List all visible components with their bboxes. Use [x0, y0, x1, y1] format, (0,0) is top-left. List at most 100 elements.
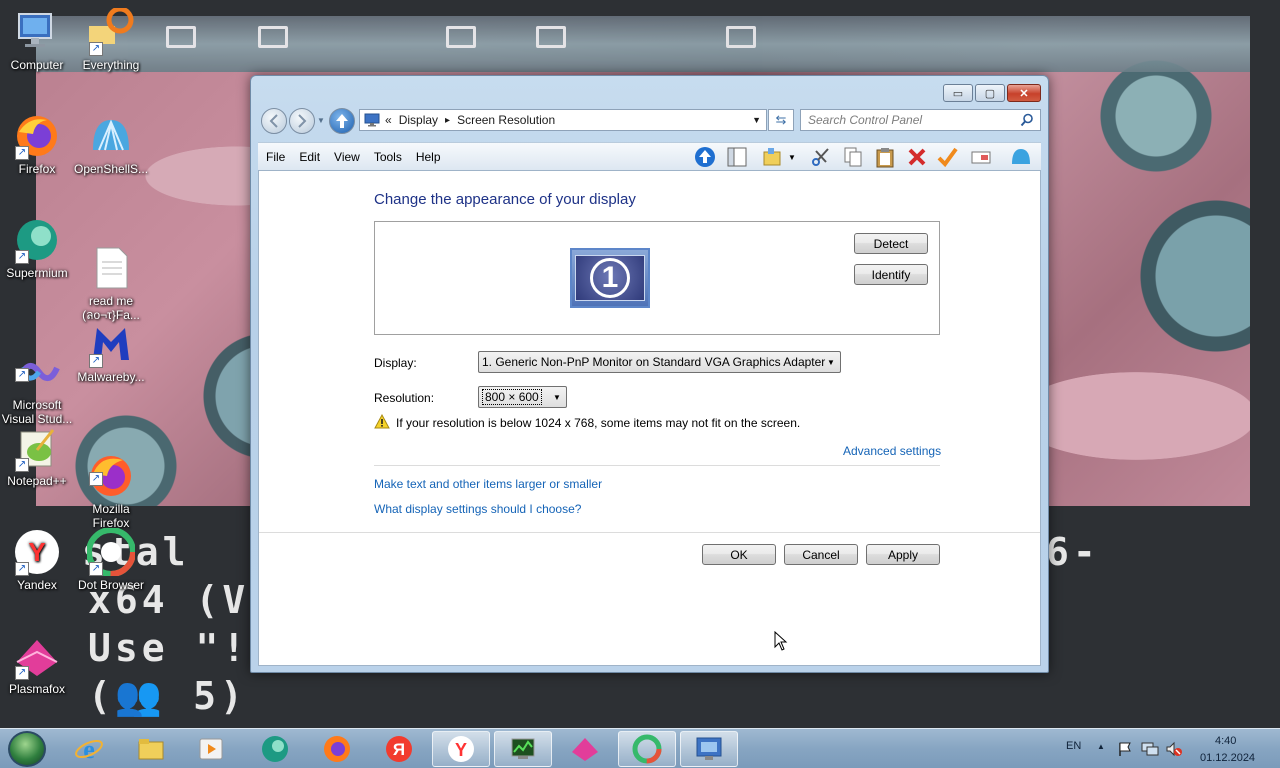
- desktop-icon-label: Computer: [10, 58, 64, 72]
- notepadpp-icon: ↗: [13, 424, 61, 472]
- recent-pages-chevron-icon[interactable]: ▼: [317, 116, 325, 125]
- dot-browser-icon: [632, 734, 662, 764]
- wallpaper-shape: [258, 26, 288, 48]
- ok-button[interactable]: OK: [702, 544, 776, 565]
- action-center-flag-icon[interactable]: [1117, 741, 1133, 757]
- taskbar-supermium[interactable]: [246, 731, 304, 767]
- close-button[interactable]: ✕: [1007, 84, 1041, 102]
- address-dropdown-icon[interactable]: ▼: [752, 115, 761, 125]
- up-button[interactable]: [329, 108, 355, 134]
- rename-icon[interactable]: [970, 146, 992, 168]
- desktop-icon-label: Malwareby...: [77, 370, 145, 384]
- shortcut-arrow-icon: ↗: [89, 562, 103, 576]
- breadcrumb-separator-icon[interactable]: ▸: [445, 115, 450, 126]
- forward-button[interactable]: [289, 108, 315, 134]
- wallpaper-shape: [166, 26, 196, 48]
- taskbar-firefox[interactable]: [308, 731, 366, 767]
- detect-button[interactable]: Detect: [854, 233, 928, 254]
- desktop-icon-readme[interactable]: read me (ลo¬τ}Fa...: [74, 216, 148, 336]
- volume-muted-icon[interactable]: [1165, 741, 1183, 757]
- menu-edit[interactable]: Edit: [293, 150, 326, 164]
- clock-date[interactable]: 01.12.2024: [1200, 752, 1255, 764]
- shortcut-arrow-icon: ↗: [15, 250, 29, 264]
- copy-icon[interactable]: [842, 146, 864, 168]
- taskbar-plasmafox[interactable]: [556, 731, 614, 767]
- breadcrumb-display[interactable]: Display: [399, 113, 438, 127]
- back-button[interactable]: [261, 108, 287, 134]
- network-icon[interactable]: [1141, 741, 1159, 757]
- taskbar-task-manager[interactable]: [494, 731, 552, 767]
- panes-icon[interactable]: [726, 146, 748, 168]
- console-line-4: (👥 5): [88, 674, 247, 718]
- menu-tools[interactable]: Tools: [368, 150, 408, 164]
- minimize-icon: ▭: [952, 87, 964, 100]
- folders-icon[interactable]: [762, 146, 784, 168]
- tray-expand-icon[interactable]: ▲: [1097, 742, 1105, 751]
- delete-icon[interactable]: [906, 146, 928, 168]
- desktop-icon-visual-studio[interactable]: ↗ Microsoft Visual Stud...: [0, 320, 74, 440]
- desktop-icon-openshell[interactable]: OpenShellS...: [74, 112, 148, 176]
- desktop-icon-computer[interactable]: Computer: [0, 8, 74, 72]
- taskbar-control-panel[interactable]: [680, 731, 738, 767]
- supermium-icon: ↗: [13, 216, 61, 264]
- desktop-icon-malwarebytes[interactable]: ↗ Malwareby...: [74, 320, 148, 384]
- taskbar-yandex-browser[interactable]: Я: [370, 731, 428, 767]
- shortcut-arrow-icon: ↗: [89, 42, 103, 56]
- cut-icon[interactable]: [810, 146, 832, 168]
- taskbar-internet-explorer[interactable]: e: [60, 731, 118, 767]
- monitor-1-tile[interactable]: 1: [570, 248, 650, 308]
- yandex-icon: Y ↗: [13, 528, 61, 576]
- text-size-link[interactable]: Make text and other items larger or smal…: [374, 477, 602, 491]
- display-label: Display:: [374, 356, 417, 370]
- folders-dropdown-icon[interactable]: ▼: [786, 146, 798, 168]
- desktop-icon-dot-browser[interactable]: ↗ Dot Browser: [74, 527, 148, 592]
- desktop-icon-label: read me (ลo¬τ}Fa...: [82, 294, 140, 322]
- desktop-icon-firefox[interactable]: ↗ Firefox: [0, 112, 74, 176]
- refresh-button[interactable]: ⇆: [768, 109, 794, 131]
- paste-icon[interactable]: [874, 146, 896, 168]
- menu-file[interactable]: File: [260, 150, 291, 164]
- address-bar[interactable]: « Display ▸ Screen Resolution ▼: [359, 109, 767, 131]
- shortcut-arrow-icon: ↗: [89, 354, 103, 368]
- desktop-icon-everything[interactable]: ↗ Everything: [74, 6, 148, 72]
- display-select[interactable]: 1. Generic Non-PnP Monitor on Standard V…: [478, 351, 841, 373]
- desktop-icon-supermium[interactable]: ↗ Supermium: [0, 216, 74, 280]
- apply-button[interactable]: Apply: [866, 544, 940, 565]
- breadcrumb-chevrons[interactable]: «: [385, 113, 392, 127]
- breadcrumb-screen-resolution[interactable]: Screen Resolution: [457, 113, 555, 127]
- folder-icon: [138, 739, 164, 760]
- taskbar-yandex[interactable]: Y: [432, 731, 490, 767]
- desktop-icon-plasmafox[interactable]: ↗ Plasmafox: [0, 632, 74, 696]
- resolution-select[interactable]: 800 × 600 ▼: [478, 386, 567, 408]
- cancel-button[interactable]: Cancel: [784, 544, 858, 565]
- identify-button[interactable]: Identify: [854, 264, 928, 285]
- chevron-down-icon: ▼: [553, 392, 561, 402]
- desktop-icon-yandex[interactable]: Y ↗ Yandex: [0, 528, 74, 592]
- taskbar-dot-browser[interactable]: [618, 731, 676, 767]
- language-indicator[interactable]: EN: [1066, 740, 1081, 752]
- menu-view[interactable]: View: [328, 150, 366, 164]
- clock-time[interactable]: 4:40: [1215, 735, 1236, 747]
- back-arrow-icon: [269, 114, 278, 128]
- properties-check-icon[interactable]: [936, 146, 958, 168]
- maximize-button[interactable]: ▢: [975, 84, 1005, 102]
- shortcut-arrow-icon: ↗: [15, 146, 29, 160]
- everything-icon: ↗: [87, 6, 135, 56]
- taskbar-media-player[interactable]: [182, 731, 240, 767]
- desktop-icon-mozilla-firefox[interactable]: ↗ Mozilla Firefox: [74, 424, 148, 544]
- display-select-value: 1. Generic Non-PnP Monitor on Standard V…: [482, 355, 826, 369]
- search-icon[interactable]: [1020, 113, 1034, 127]
- up-folder-icon[interactable]: [694, 146, 716, 168]
- advanced-settings-link[interactable]: Advanced settings: [843, 444, 941, 458]
- display-help-link[interactable]: What display settings should I choose?: [374, 502, 581, 516]
- minimize-button[interactable]: ▭: [943, 84, 973, 102]
- search-input[interactable]: Search Control Panel: [800, 109, 1041, 131]
- desktop-icon-notepadpp[interactable]: ↗ Notepad++: [0, 424, 74, 488]
- menu-help[interactable]: Help: [410, 150, 447, 164]
- plasmafox-icon: ↗: [13, 632, 61, 680]
- shell-icon[interactable]: [1010, 146, 1032, 168]
- wallpaper-strip: [36, 16, 1250, 72]
- start-button[interactable]: [8, 731, 46, 767]
- taskbar-file-explorer[interactable]: [122, 731, 180, 767]
- desktop-icon-label: Microsoft Visual Stud...: [1, 398, 73, 426]
